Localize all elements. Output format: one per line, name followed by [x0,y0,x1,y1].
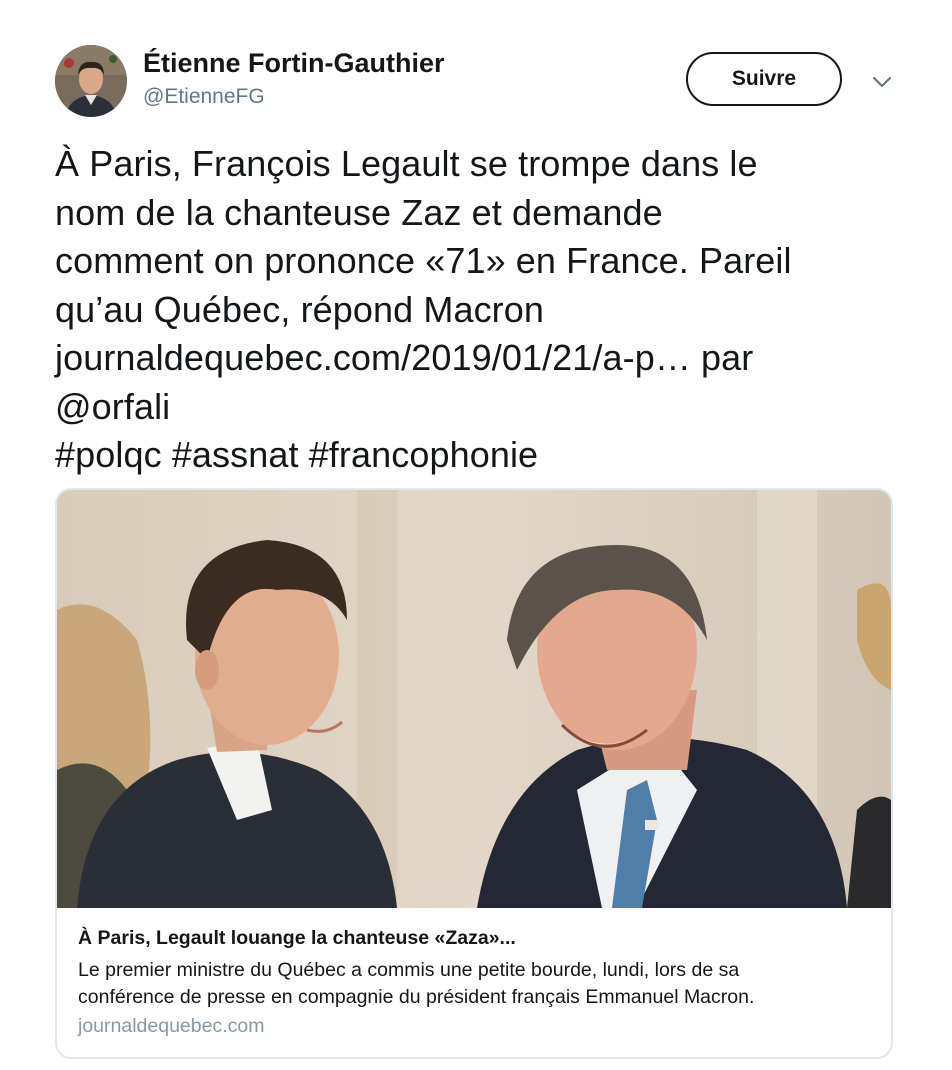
tweet-mention-line[interactable]: @orfali [55,383,905,432]
card-title[interactable]: À Paris, Legault louange la chanteuse «Z… [78,927,516,950]
tweet-line: nom de la chanteuse Zaz et demande [55,191,663,233]
card-image[interactable] [57,490,891,908]
follow-button[interactable]: Suivre [686,52,842,106]
card-description-line: conférence de presse en compagnie du pré… [78,986,755,1008]
chevron-down-icon[interactable] [868,70,896,94]
tweet-hashtags-line[interactable]: #polqc #assnat #francophonie [55,431,905,480]
author-name[interactable]: Étienne Fortin-Gauthier [143,48,445,79]
tweet-link-line[interactable]: journaldequebec.com/2019/01/21/a-p… par [55,334,905,383]
tweet-text: À Paris, François Legault se trompe dans… [55,140,905,480]
author-handle[interactable]: @EtienneFG [143,85,265,109]
tweet-line: qu’au Québec, répond Macron [55,288,545,330]
card-description-line: Le premier ministre du Québec a commis u… [78,959,740,981]
card-domain[interactable]: journaldequebec.com [78,1015,264,1038]
tweet-line: À Paris, François Legault se trompe dans… [55,143,758,184]
card-description: Le premier ministre du Québec a commis u… [78,957,878,1011]
card-body[interactable]: À Paris, Legault louange la chanteuse «Z… [57,908,891,1057]
author-avatar[interactable] [55,45,127,117]
link-card[interactable]: À Paris, Legault louange la chanteuse «Z… [55,488,893,1059]
tweet-line: comment on prononce «71» en France. Pare… [55,240,792,281]
